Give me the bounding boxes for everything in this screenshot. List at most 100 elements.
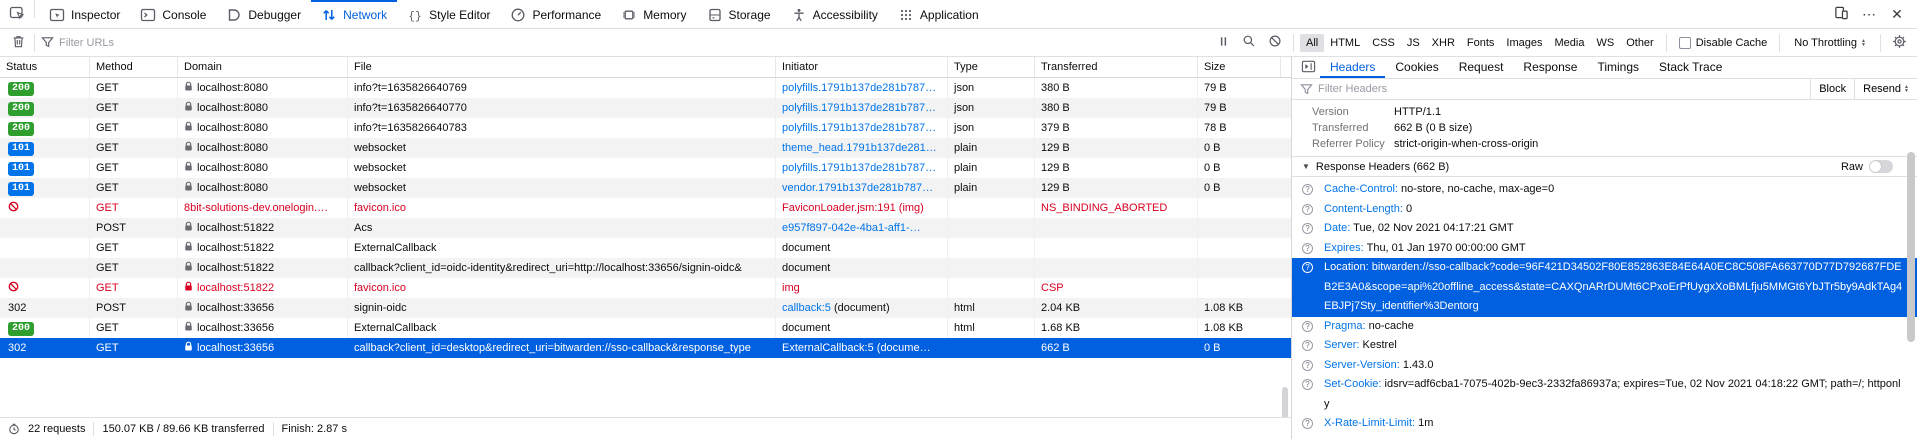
initiator-link[interactable]: theme_head.1791b137de281… [782, 142, 937, 154]
table-row[interactable]: 200GETlocalhost:33656ExternalCallbackdoc… [0, 318, 1291, 338]
header-name[interactable]: Location: [1324, 261, 1369, 273]
help-icon[interactable]: ? [1302, 223, 1313, 234]
initiator-link[interactable]: callback:5 [782, 302, 831, 314]
table-row[interactable]: 302GETlocalhost:33656callback?client_id=… [0, 338, 1291, 358]
type-filter-other[interactable]: Other [1620, 34, 1660, 52]
help-icon[interactable]: ? [1302, 204, 1313, 215]
header-name[interactable]: Cache-Control: [1324, 183, 1398, 195]
header-name[interactable]: Date: [1324, 222, 1350, 234]
header-row[interactable]: ?X-Rate-Limit-Limit: 1m [1292, 414, 1917, 434]
response-headers-section[interactable]: ▼ Response Headers (662 B) Raw [1292, 156, 1917, 177]
type-filter-xhr[interactable]: XHR [1426, 34, 1461, 52]
column-header-initiator[interactable]: Initiator [776, 57, 948, 77]
block-requests-button[interactable] [1263, 32, 1287, 54]
tab-accessibility[interactable]: Accessibility [781, 0, 888, 28]
disable-cache-toggle[interactable]: Disable Cache [1673, 37, 1774, 49]
header-name[interactable]: Expires: [1324, 242, 1364, 254]
pick-element-button[interactable] [4, 0, 30, 28]
column-header-size[interactable]: Size [1198, 57, 1281, 77]
header-name[interactable]: Content-Length: [1324, 203, 1403, 215]
tab-console[interactable]: Console [130, 0, 216, 28]
header-row[interactable]: ?Cache-Control: no-store, no-cache, max-… [1292, 180, 1917, 200]
help-icon[interactable]: ? [1302, 340, 1313, 351]
help-icon[interactable]: ? [1302, 321, 1313, 332]
initiator-link[interactable]: FaviconLoader.jsm:191 [782, 202, 896, 214]
table-row[interactable]: 302POSTlocalhost:33656signin-oidccallbac… [0, 298, 1291, 318]
column-header-transferred[interactable]: Transferred [1035, 57, 1198, 77]
column-header-type[interactable]: Type [948, 57, 1035, 77]
help-icon[interactable]: ? [1302, 360, 1313, 371]
help-icon[interactable]: ? [1302, 379, 1313, 390]
help-icon[interactable]: ? [1302, 262, 1313, 273]
details-tab-stack-trace[interactable]: Stack Trace [1649, 57, 1732, 78]
header-row[interactable]: ?Pragma: no-cache [1292, 317, 1917, 337]
type-filter-html[interactable]: HTML [1324, 34, 1366, 52]
header-name[interactable]: Server-Version: [1324, 359, 1400, 371]
help-icon[interactable]: ? [1302, 184, 1313, 195]
header-row[interactable]: ?Server: Kestrel [1292, 336, 1917, 356]
table-row[interactable]: 200GETlocalhost:8080info?t=1635826640770… [0, 98, 1291, 118]
close-devtools-button[interactable]: ✕ [1883, 7, 1911, 21]
initiator-link[interactable]: vendor.1791b137de281b787… [782, 182, 933, 194]
tab-debugger[interactable]: Debugger [216, 0, 311, 28]
table-row[interactable]: 101GETlocalhost:8080websocketvendor.1791… [0, 178, 1291, 198]
initiator-link[interactable]: ExternalCallback:5 [782, 342, 874, 354]
clear-requests-button[interactable] [6, 32, 30, 54]
tab-performance[interactable]: Performance [500, 0, 611, 28]
tab-application[interactable]: Application [888, 0, 989, 28]
type-filter-fonts[interactable]: Fonts [1461, 34, 1501, 52]
type-filter-ws[interactable]: WS [1590, 34, 1620, 52]
meatball-menu-button[interactable]: ⋯ [1855, 7, 1883, 21]
filter-headers-input[interactable] [1318, 83, 1810, 95]
throttling-select[interactable]: No Throttling ▲▼ [1786, 37, 1874, 49]
initiator-link[interactable]: e957f897-042e-4ba1-aff1-… [782, 222, 921, 234]
header-row[interactable]: ?Content-Length: 0 [1292, 200, 1917, 220]
header-name[interactable]: Set-Cookie: [1324, 378, 1381, 390]
tab-inspector[interactable]: Inspector [39, 0, 130, 28]
type-filter-images[interactable]: Images [1500, 34, 1548, 52]
table-row[interactable]: 200GETlocalhost:8080info?t=1635826640783… [0, 118, 1291, 138]
table-row[interactable]: GET8bit-solutions-dev.onelogin.…favicon.… [0, 198, 1291, 218]
type-filter-js[interactable]: JS [1401, 34, 1426, 52]
tab-memory[interactable]: Memory [611, 0, 696, 28]
initiator-link[interactable]: polyfills.1791b137de281b787… [782, 122, 936, 134]
details-tab-response[interactable]: Response [1513, 57, 1587, 78]
type-filter-all[interactable]: All [1300, 34, 1324, 52]
tab-network[interactable]: Network [311, 0, 397, 28]
column-header-domain[interactable]: Domain [178, 57, 348, 77]
details-tab-timings[interactable]: Timings [1587, 57, 1649, 78]
help-icon[interactable]: ? [1302, 418, 1313, 429]
details-tab-cookies[interactable]: Cookies [1385, 57, 1448, 78]
search-button[interactable] [1237, 32, 1261, 54]
column-header-status[interactable]: Status [0, 57, 90, 77]
table-row[interactable]: GETlocalhost:51822callback?client_id=oid… [0, 258, 1291, 278]
details-scrollbar[interactable] [1907, 152, 1915, 342]
collapse-details-button[interactable] [1296, 57, 1320, 78]
tab-style-editor[interactable]: {}Style Editor [397, 0, 500, 28]
column-header-method[interactable]: Method [90, 57, 178, 77]
table-row[interactable]: GETlocalhost:51822favicon.icoimgCSP [0, 278, 1291, 298]
network-settings-button[interactable] [1887, 32, 1911, 54]
table-row[interactable]: GETlocalhost:51822ExternalCallbackdocume… [0, 238, 1291, 258]
responsive-design-mode-button[interactable] [1827, 5, 1855, 23]
type-filter-media[interactable]: Media [1549, 34, 1591, 52]
details-tab-request[interactable]: Request [1449, 57, 1514, 78]
header-row[interactable]: ?Location: bitwarden://sso-callback?code… [1292, 258, 1917, 317]
table-row[interactable]: 101GETlocalhost:8080websockettheme_head.… [0, 138, 1291, 158]
tab-storage[interactable]: Storage [697, 0, 781, 28]
type-filter-css[interactable]: CSS [1366, 34, 1401, 52]
column-header-file[interactable]: File [348, 57, 776, 77]
raw-toggle[interactable] [1869, 160, 1893, 173]
table-row[interactable]: 101GETlocalhost:8080websocketpolyfills.1… [0, 158, 1291, 178]
block-url-button[interactable]: Block [1810, 79, 1854, 99]
resend-button[interactable]: Resend ▲▼ [1854, 79, 1917, 99]
table-row[interactable]: 200GETlocalhost:8080info?t=1635826640769… [0, 78, 1291, 98]
table-row[interactable]: POSTlocalhost:51822Acse957f897-042e-4ba1… [0, 218, 1291, 238]
filter-urls-input[interactable] [59, 37, 319, 49]
help-icon[interactable]: ? [1302, 243, 1313, 254]
header-name[interactable]: Pragma: [1324, 320, 1366, 332]
initiator-link[interactable]: polyfills.1791b137de281b787… [782, 162, 936, 174]
pause-recording-button[interactable] [1211, 32, 1235, 54]
initiator-link[interactable]: polyfills.1791b137de281b787… [782, 102, 936, 114]
header-row[interactable]: ?Date: Tue, 02 Nov 2021 04:17:21 GMT [1292, 219, 1917, 239]
